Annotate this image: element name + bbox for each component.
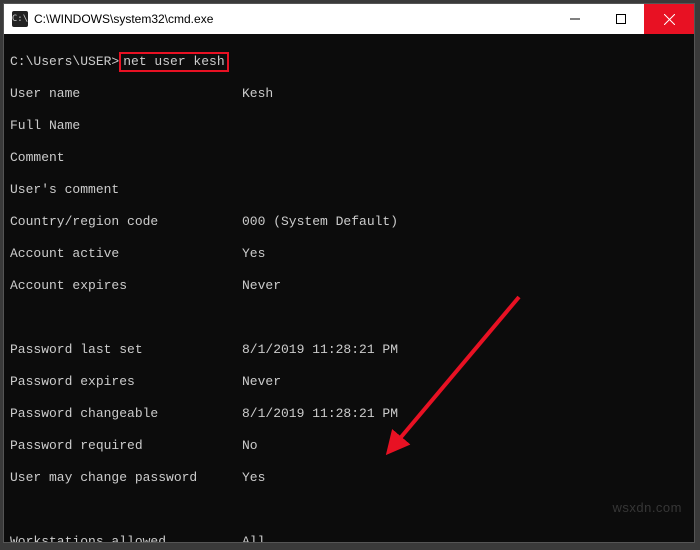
field-label: Password expires: [10, 374, 242, 390]
field-value: No: [242, 438, 258, 453]
field-label: Account active: [10, 246, 242, 262]
prompt-line: C:\Users\USER>net user kesh: [10, 54, 688, 70]
field-label: Account expires: [10, 278, 242, 294]
cmd-icon: C:\: [12, 11, 28, 27]
terminal-content[interactable]: C:\Users\USER>net user kesh User nameKes…: [4, 34, 694, 542]
field-value: Kesh: [242, 86, 273, 101]
field-label: Password last set: [10, 342, 242, 358]
watermark-text: wsxdn.com: [612, 500, 682, 516]
field-row: Account activeYes: [10, 246, 688, 262]
field-label: Comment: [10, 150, 242, 166]
minimize-button[interactable]: [552, 4, 598, 34]
field-value: Yes: [242, 246, 265, 261]
field-label: Password required: [10, 438, 242, 454]
maximize-button[interactable]: [598, 4, 644, 34]
field-label: Password changeable: [10, 406, 242, 422]
command-highlight: net user kesh: [119, 52, 228, 72]
field-label: User may change password: [10, 470, 242, 486]
field-label: Full Name: [10, 118, 242, 134]
field-row: User's comment: [10, 182, 688, 198]
titlebar[interactable]: C:\ C:\WINDOWS\system32\cmd.exe: [4, 4, 694, 34]
cmd-window: C:\ C:\WINDOWS\system32\cmd.exe C:\Users…: [4, 4, 694, 542]
field-row: Workstations allowedAll: [10, 534, 688, 542]
prompt-path: C:\Users\USER>: [10, 54, 119, 69]
field-value: 8/1/2019 11:28:21 PM: [242, 342, 398, 357]
close-icon: [664, 14, 675, 25]
field-row: Password expiresNever: [10, 374, 688, 390]
field-row: Comment: [10, 150, 688, 166]
field-value: 000 (System Default): [242, 214, 398, 229]
field-value: All: [242, 534, 265, 542]
field-label: User's comment: [10, 182, 242, 198]
field-row: Full Name: [10, 118, 688, 134]
field-row: Account expiresNever: [10, 278, 688, 294]
maximize-icon: [616, 14, 626, 24]
field-label: Workstations allowed: [10, 534, 242, 542]
blank-line: [10, 310, 688, 326]
field-row: User nameKesh: [10, 86, 688, 102]
field-row: Country/region code000 (System Default): [10, 214, 688, 230]
field-row: Password last set8/1/2019 11:28:21 PM: [10, 342, 688, 358]
field-row: Password changeable8/1/2019 11:28:21 PM: [10, 406, 688, 422]
field-label: Country/region code: [10, 214, 242, 230]
field-value: Never: [242, 278, 281, 293]
minimize-icon: [570, 14, 580, 24]
window-title: C:\WINDOWS\system32\cmd.exe: [34, 12, 552, 26]
field-row: Password requiredNo: [10, 438, 688, 454]
close-button[interactable]: [644, 4, 694, 34]
field-value: Yes: [242, 470, 265, 485]
field-value: Never: [242, 374, 281, 389]
field-value: 8/1/2019 11:28:21 PM: [242, 406, 398, 421]
field-label: User name: [10, 86, 242, 102]
blank-line: [10, 502, 688, 518]
field-row: User may change passwordYes: [10, 470, 688, 486]
